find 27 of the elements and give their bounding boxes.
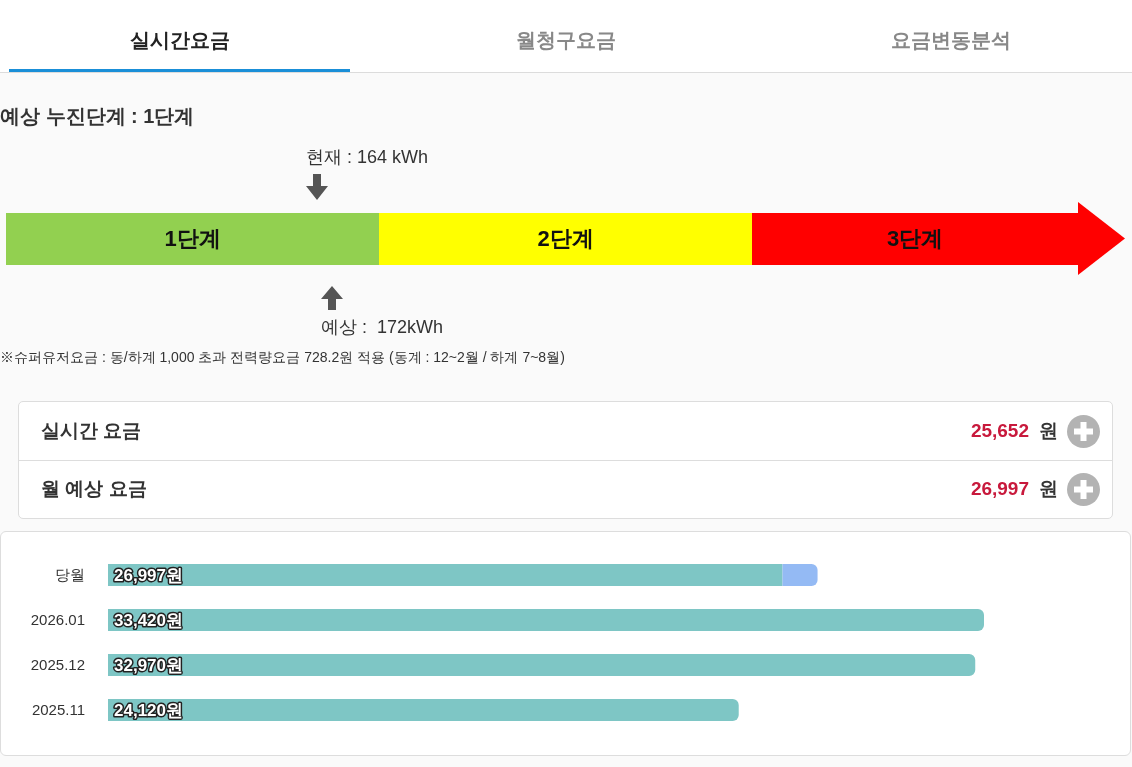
plus-circle-icon[interactable]: [1067, 414, 1100, 448]
tier-heading: 예상 누진단계 : 1단계: [0, 104, 195, 129]
down-arrow-icon: [306, 174, 328, 200]
chart-category-label: 당월: [55, 565, 85, 585]
charge-amount: 26,997: [970, 477, 1029, 502]
chart-category-label: 2025.12: [30, 655, 85, 675]
bar-value-label: 26,997원: [114, 566, 183, 585]
forecast-usage-label: 예상 : 172kWh: [321, 316, 444, 339]
bar-value-label: 24,120원: [114, 701, 183, 720]
tier-segment: 2단계: [379, 212, 752, 265]
chart-category-label: 2025.11: [31, 700, 85, 720]
plus-circle-icon[interactable]: [1067, 473, 1100, 506]
chart-category-label: 2026.01: [30, 610, 85, 630]
up-arrow-icon: [321, 286, 343, 310]
current-usage-label: 현재 : 164 kWh: [306, 146, 429, 169]
tab[interactable]: 월청구요금: [350, 0, 782, 72]
tab[interactable]: 요금변동분석: [782, 0, 1120, 72]
currency-unit: 원: [1039, 418, 1058, 443]
tier-segment: 1단계: [6, 212, 379, 265]
tab[interactable]: 실시간요금: [9, 0, 350, 72]
charge-amount: 25,652: [970, 418, 1029, 443]
bar-value-label: 33,420원: [114, 611, 183, 630]
bar-value-label: 32,970원: [114, 656, 183, 675]
charge-label: 월 예상 요금: [41, 477, 147, 502]
currency-unit: 원: [1039, 477, 1058, 502]
superuser-note: ※슈퍼유저요금 : 동/하계 1,000 초과 전력량요금 728.2원 적용 (동계 : 12~2월 / 하계 7~8월): [0, 348, 565, 367]
charge-label: 실시간 요금: [41, 418, 142, 443]
